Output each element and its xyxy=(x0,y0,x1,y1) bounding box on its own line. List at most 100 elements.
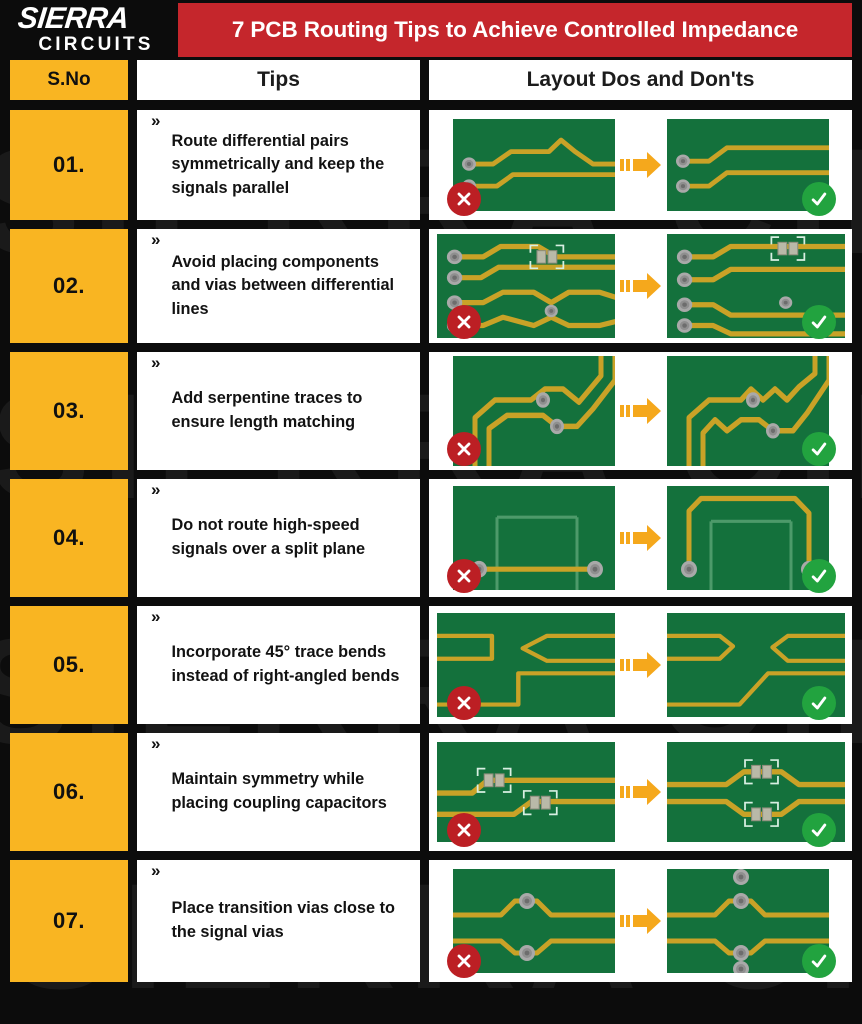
row-number: 06. xyxy=(52,779,86,804)
cross-icon xyxy=(457,823,471,837)
row-number-cell: 01. xyxy=(10,110,128,220)
dont-badge xyxy=(447,559,481,593)
bullet-chevron-icon: » xyxy=(151,607,161,626)
row-tip-text: Avoid placing components and vias betwee… xyxy=(171,252,395,318)
column-header-layout-label: Layout Dos and Don'ts xyxy=(526,68,755,91)
check-icon xyxy=(811,696,827,710)
row-tip-text: Add serpentine traces to ensure length m… xyxy=(171,389,363,431)
row-layout-cell xyxy=(429,229,852,343)
do-badge xyxy=(802,559,836,593)
do-badge xyxy=(802,305,836,339)
do-badge xyxy=(802,944,836,978)
table-body: 01. » Route differential pairs symmetric… xyxy=(10,110,852,982)
row-tip-cell: » Place transition vias close to the sig… xyxy=(137,860,420,982)
row-tip-text: Maintain symmetry while placing coupling… xyxy=(171,770,387,812)
row-layout-cell xyxy=(429,860,852,982)
logo-subtitle: CIRCUITS xyxy=(38,34,154,55)
row-number-cell: 04. xyxy=(10,479,128,597)
table-row: 05. » Incorporate 45° trace bends instea… xyxy=(10,606,852,724)
table-row: 03. » Add serpentine traces to ensure le… xyxy=(10,352,852,470)
right-arrow-icon xyxy=(619,152,661,178)
row-layout-cell xyxy=(429,733,852,851)
row-layout-cell xyxy=(429,110,852,220)
pcb-comparison xyxy=(429,606,852,724)
table-row: 01. » Route differential pairs symmetric… xyxy=(10,110,852,220)
cross-icon xyxy=(457,192,471,206)
bottom-spacer xyxy=(0,991,862,997)
infographic-page: SIERRA CIRCUITS SIERRA CIRCUITS SIERRA C… xyxy=(0,0,862,1024)
dont-badge xyxy=(447,305,481,339)
row-tip-cell: » Do not route high-speed signals over a… xyxy=(137,479,420,597)
cross-icon xyxy=(457,954,471,968)
row-number: 05. xyxy=(52,652,86,677)
dont-badge xyxy=(447,813,481,847)
row-tip-cell: » Maintain symmetry while placing coupli… xyxy=(137,733,420,851)
row-number-cell: 03. xyxy=(10,352,128,470)
do-badge xyxy=(802,432,836,466)
row-number-cell: 07. xyxy=(10,860,128,982)
page-header: SIERRA CIRCUITS 7 PCB Routing Tips to Ac… xyxy=(0,0,862,60)
transform-arrow xyxy=(615,150,667,180)
column-header-sno: S.No xyxy=(10,60,128,100)
row-tip-text: Route differential pairs symmetrically a… xyxy=(171,131,385,197)
row-tip-cell: » Avoid placing components and vias betw… xyxy=(137,229,420,343)
transform-arrow xyxy=(615,396,667,426)
row-number-cell: 02. xyxy=(10,229,128,343)
column-header-layout: Layout Dos and Don'ts xyxy=(429,60,852,100)
check-icon xyxy=(811,442,827,456)
sierra-circuits-logo: SIERRA CIRCUITS xyxy=(0,2,178,56)
table-header-row: S.No Tips Layout Dos and Don'ts xyxy=(10,60,852,100)
table-row: 06. » Maintain symmetry while placing co… xyxy=(10,733,852,851)
dont-badge xyxy=(447,686,481,720)
bullet-chevron-icon: » xyxy=(151,353,161,372)
check-icon xyxy=(811,954,827,968)
do-badge xyxy=(802,813,836,847)
page-title: 7 PCB Routing Tips to Achieve Controlled… xyxy=(231,17,799,42)
bullet-chevron-icon: » xyxy=(151,111,161,130)
right-arrow-icon xyxy=(619,779,661,805)
right-arrow-icon xyxy=(619,398,661,424)
bullet-chevron-icon: » xyxy=(151,734,161,753)
cross-icon xyxy=(457,442,471,456)
right-arrow-icon xyxy=(619,273,661,299)
right-arrow-icon xyxy=(619,908,661,934)
row-number: 03. xyxy=(52,398,86,423)
bullet-chevron-icon: » xyxy=(151,861,161,880)
row-tip-text: Do not route high-speed signals over a s… xyxy=(171,516,366,558)
row-number: 07. xyxy=(52,908,86,933)
title-banner: 7 PCB Routing Tips to Achieve Controlled… xyxy=(178,3,852,57)
check-icon xyxy=(811,823,827,837)
column-header-tips: Tips xyxy=(137,60,420,100)
row-tip-cell: » Add serpentine traces to ensure length… xyxy=(137,352,420,470)
do-badge xyxy=(802,182,836,216)
check-icon xyxy=(811,569,827,583)
cross-icon xyxy=(457,315,471,329)
cross-icon xyxy=(457,696,471,710)
table-row: 04. » Do not route high-speed signals ov… xyxy=(10,479,852,597)
cross-icon xyxy=(457,569,471,583)
dont-badge xyxy=(447,432,481,466)
bullet-chevron-icon: » xyxy=(151,480,161,499)
row-tip-cell: » Incorporate 45° trace bends instead of… xyxy=(137,606,420,724)
pcb-comparison xyxy=(429,733,852,851)
column-header-tips-label: Tips xyxy=(257,68,300,91)
transform-arrow xyxy=(615,271,667,301)
table-row: 07. » Place transition vias close to the… xyxy=(10,860,852,982)
row-number: 01. xyxy=(52,152,86,177)
pcb-comparison xyxy=(429,479,852,597)
row-tip-text: Place transition vias close to the signa… xyxy=(171,899,395,941)
do-badge xyxy=(802,686,836,720)
transform-arrow xyxy=(615,777,667,807)
row-layout-cell xyxy=(429,479,852,597)
row-number-cell: 05. xyxy=(10,606,128,724)
right-arrow-icon xyxy=(619,525,661,551)
tips-table: S.No Tips Layout Dos and Don'ts 01. » Ro… xyxy=(10,60,852,982)
pcb-comparison xyxy=(429,110,852,220)
table-row: 02. » Avoid placing components and vias … xyxy=(10,229,852,343)
row-layout-cell xyxy=(429,352,852,470)
pcb-comparison xyxy=(429,229,852,343)
logo-wordmark: SIERRA xyxy=(16,2,131,35)
row-tip-text: Incorporate 45° trace bends instead of r… xyxy=(171,643,400,685)
dont-badge xyxy=(447,182,481,216)
transform-arrow xyxy=(615,650,667,680)
